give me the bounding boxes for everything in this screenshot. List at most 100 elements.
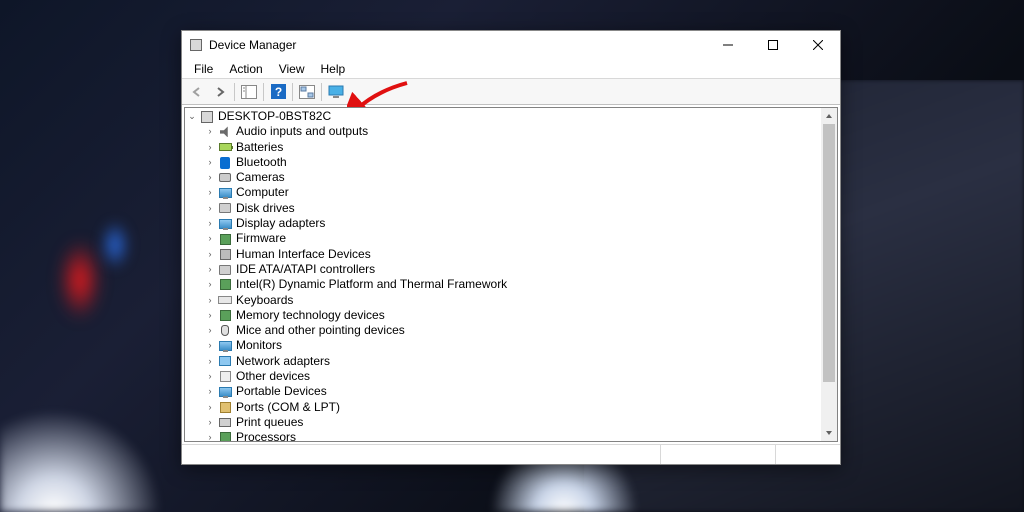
- tree-item-label: Bluetooth: [236, 155, 287, 170]
- expand-icon[interactable]: ›: [203, 339, 217, 353]
- toolbar-separator: [234, 83, 235, 101]
- tree-item[interactable]: › Bluetooth: [185, 155, 821, 170]
- tree-item[interactable]: ›Firmware: [185, 231, 821, 246]
- tree-item[interactable]: › Computer: [185, 185, 821, 200]
- tree-item[interactable]: › IDE ATA/ATAPI controllers: [185, 262, 821, 277]
- expand-icon[interactable]: ›: [203, 140, 217, 154]
- tree-root-label: DESKTOP-0BST82C: [218, 109, 331, 124]
- scroll-up-icon[interactable]: [821, 108, 837, 124]
- expand-icon[interactable]: ›: [203, 354, 217, 368]
- tree-item[interactable]: › Print queues: [185, 415, 821, 430]
- tree-item[interactable]: › Network adapters: [185, 354, 821, 369]
- tree-item-label: Human Interface Devices: [236, 247, 371, 262]
- device-category-icon: [217, 399, 233, 415]
- device-tree: ⌄DESKTOP-0BST82C›Audio inputs and output…: [184, 107, 838, 442]
- app-icon: [188, 37, 204, 53]
- expand-icon[interactable]: ›: [203, 232, 217, 246]
- device-category-icon: [217, 231, 233, 247]
- tree-item[interactable]: › Processors: [185, 430, 821, 441]
- expand-icon[interactable]: ›: [203, 324, 217, 338]
- expand-icon[interactable]: ›: [203, 186, 217, 200]
- forward-button[interactable]: [209, 81, 231, 103]
- tree-root[interactable]: ⌄ DESKTOP-0BST82C: [185, 109, 821, 124]
- scrollbar[interactable]: [821, 108, 837, 441]
- tree-item[interactable]: › Cameras: [185, 170, 821, 185]
- expand-icon[interactable]: ›: [203, 385, 217, 399]
- expand-icon[interactable]: ›: [203, 171, 217, 185]
- tree-item-label: Memory technology devices: [236, 308, 385, 323]
- tree-item-label: Other devices: [236, 369, 310, 384]
- svg-text:?: ?: [274, 85, 281, 99]
- expand-icon[interactable]: ›: [203, 278, 217, 292]
- device-category-icon: [217, 216, 233, 232]
- tree-item-label: Audio inputs and outputs: [236, 124, 368, 139]
- tree-item-label: Monitors: [236, 338, 282, 353]
- expand-icon[interactable]: ›: [203, 400, 217, 414]
- device-category-icon: [217, 384, 233, 400]
- collapse-icon[interactable]: ⌄: [185, 110, 199, 124]
- back-button[interactable]: [186, 81, 208, 103]
- expand-icon[interactable]: ›: [203, 201, 217, 215]
- show-hide-tree-button[interactable]: [238, 81, 260, 103]
- tree-item[interactable]: ›Mice and other pointing devices: [185, 323, 821, 338]
- scroll-down-icon[interactable]: [821, 425, 837, 441]
- menu-action[interactable]: Action: [221, 60, 270, 78]
- tree-item[interactable]: › Other devices: [185, 369, 821, 384]
- tree-item[interactable]: ›Display adapters: [185, 216, 821, 231]
- tree-item[interactable]: ›Intel(R) Dynamic Platform and Thermal F…: [185, 277, 821, 292]
- menu-view[interactable]: View: [271, 60, 313, 78]
- tree-item[interactable]: › Human Interface Devices: [185, 247, 821, 262]
- tree-item-label: Processors: [236, 430, 296, 441]
- device-category-icon: [217, 369, 233, 385]
- help-button[interactable]: ?: [267, 81, 289, 103]
- computer-icon: [199, 109, 215, 125]
- tree-item-label: Ports (COM & LPT): [236, 400, 340, 415]
- tree-item[interactable]: › Monitors: [185, 338, 821, 353]
- device-category-icon: [217, 124, 233, 140]
- expand-icon[interactable]: ›: [203, 247, 217, 261]
- tree-item-label: IDE ATA/ATAPI controllers: [236, 262, 375, 277]
- add-legacy-hardware-button[interactable]: [325, 81, 347, 103]
- scan-hardware-button[interactable]: [296, 81, 318, 103]
- device-category-icon: [217, 170, 233, 186]
- device-category-icon: [217, 323, 233, 339]
- statusbar: [182, 444, 840, 464]
- menu-file[interactable]: File: [186, 60, 221, 78]
- tree-item-label: Cameras: [236, 170, 285, 185]
- menu-help[interactable]: Help: [313, 60, 354, 78]
- device-category-icon: [217, 292, 233, 308]
- scroll-thumb[interactable]: [823, 124, 835, 382]
- expand-icon[interactable]: ›: [203, 217, 217, 231]
- tree-item[interactable]: › Keyboards: [185, 293, 821, 308]
- tree-item-label: Print queues: [236, 415, 303, 430]
- tree-item[interactable]: ›Portable Devices: [185, 384, 821, 399]
- tree-item[interactable]: ›Batteries: [185, 140, 821, 155]
- toolbar-separator: [292, 83, 293, 101]
- expand-icon[interactable]: ›: [203, 370, 217, 384]
- minimize-button[interactable]: [705, 31, 750, 59]
- close-button[interactable]: [795, 31, 840, 59]
- tree-item[interactable]: › Memory technology devices: [185, 308, 821, 323]
- menubar: File Action View Help: [182, 59, 840, 79]
- expand-icon[interactable]: ›: [203, 156, 217, 170]
- tree-item-label: Computer: [236, 185, 289, 200]
- maximize-button[interactable]: [750, 31, 795, 59]
- device-category-icon: [217, 277, 233, 293]
- tree-item-label: Network adapters: [236, 354, 330, 369]
- tree-item[interactable]: › Audio inputs and outputs: [185, 124, 821, 139]
- titlebar[interactable]: Device Manager: [182, 31, 840, 59]
- device-category-icon: [217, 338, 233, 354]
- device-category-icon: [217, 308, 233, 324]
- expand-icon[interactable]: ›: [203, 309, 217, 323]
- expand-icon[interactable]: ›: [203, 431, 217, 441]
- tree-item-label: Keyboards: [236, 293, 293, 308]
- toolbar: ?: [182, 79, 840, 105]
- expand-icon[interactable]: ›: [203, 125, 217, 139]
- device-category-icon: [217, 262, 233, 278]
- expand-icon[interactable]: ›: [203, 263, 217, 277]
- tree-item[interactable]: ›Disk drives: [185, 201, 821, 216]
- device-category-icon: [217, 185, 233, 201]
- tree-item[interactable]: › Ports (COM & LPT): [185, 400, 821, 415]
- expand-icon[interactable]: ›: [203, 416, 217, 430]
- expand-icon[interactable]: ›: [203, 293, 217, 307]
